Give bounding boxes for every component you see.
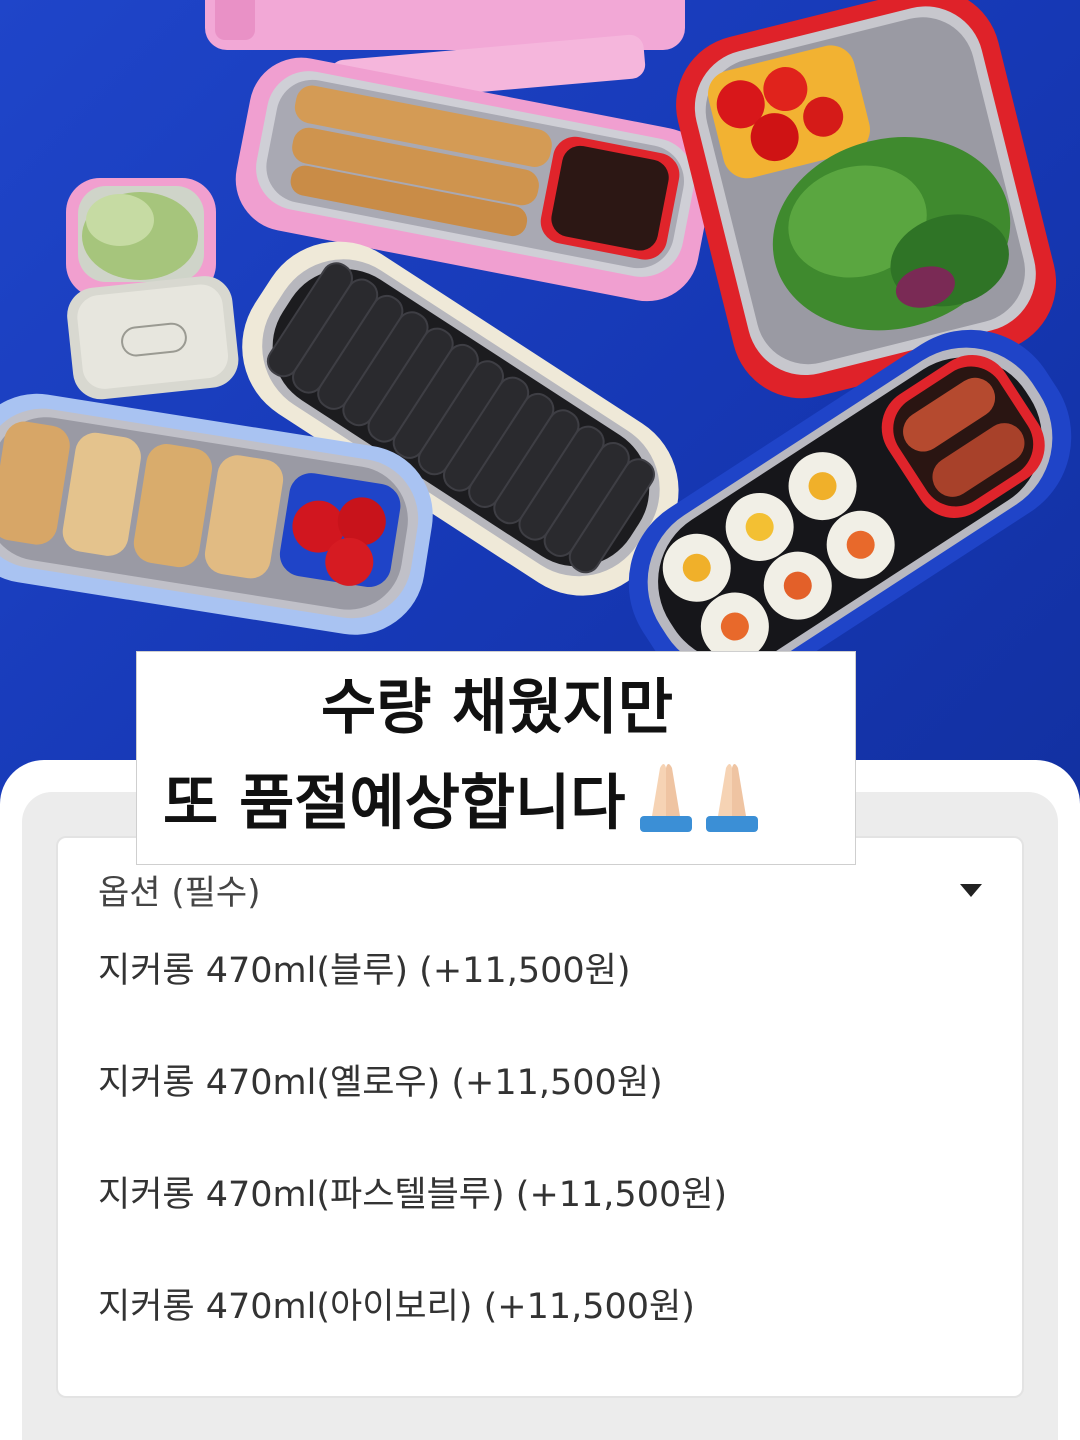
- caption-line-2-wrap: 또 품절예상합니다: [163, 758, 770, 856]
- option-item-blue[interactable]: 지커롱 470ml(블루) (+11,500원): [98, 946, 631, 996]
- caption-line-2: 또 품절예상합니다: [163, 768, 626, 839]
- ivory-lid: [67, 276, 239, 400]
- option-item-yellow[interactable]: 지커롱 470ml(옐로우) (+11,500원): [98, 1058, 663, 1108]
- option-item-ivory[interactable]: 지커롱 470ml(아이보리) (+11,500원): [98, 1282, 695, 1332]
- praying-hands-emoji-icon: [630, 758, 770, 856]
- option-select-header[interactable]: 옵션 (필수): [98, 868, 260, 918]
- option-item-pastel-blue[interactable]: 지커롱 470ml(파스텔블루) (+11,500원): [98, 1170, 727, 1220]
- caption-box: 수량 채웠지만 또 품절예상합니다: [136, 651, 856, 865]
- dropdown-arrow-icon[interactable]: [960, 884, 982, 897]
- caption-line-1: 수량 채웠지만: [320, 673, 674, 743]
